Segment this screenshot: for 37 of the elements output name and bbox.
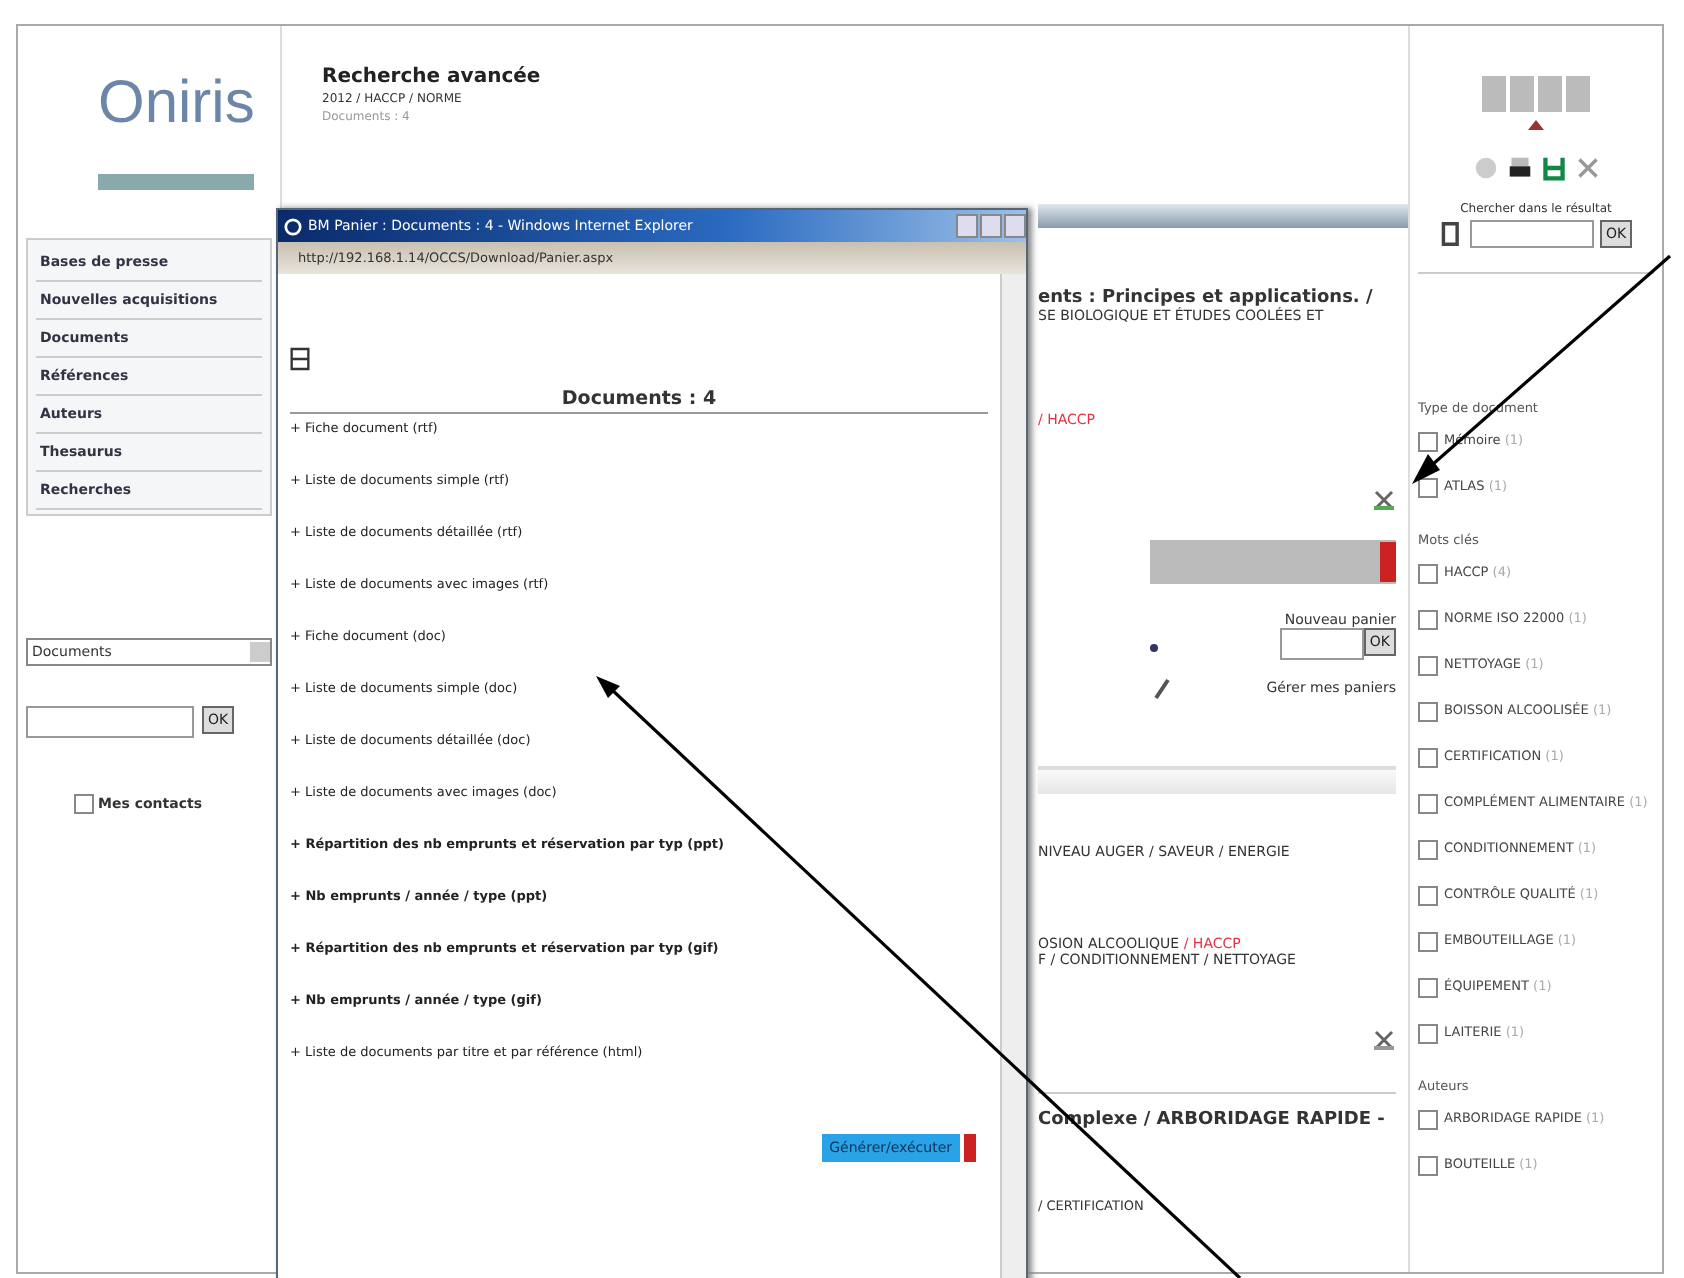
checkbox[interactable] <box>1418 1110 1438 1130</box>
maximize-button[interactable] <box>980 214 1002 238</box>
save-icon[interactable] <box>290 346 310 372</box>
record-text: ents : Principes et applications. / <box>1038 288 1375 308</box>
checkbox[interactable] <box>1418 840 1438 860</box>
caret-icon <box>1528 120 1544 130</box>
checkbox[interactable] <box>1418 978 1438 998</box>
popup-heading: Documents : 4 <box>290 388 988 414</box>
checkbox[interactable] <box>1418 432 1438 452</box>
pencil-icon <box>1150 676 1174 700</box>
document-icon <box>1439 220 1464 248</box>
export-icon[interactable] <box>1372 1028 1396 1052</box>
checkbox[interactable] <box>1418 656 1438 676</box>
export-icon[interactable] <box>1575 154 1599 182</box>
checkbox[interactable] <box>1418 1156 1438 1176</box>
print-icon[interactable] <box>1507 154 1531 182</box>
search-field[interactable] <box>1469 220 1594 248</box>
checkbox[interactable] <box>1418 794 1438 814</box>
bullet-icon <box>1150 644 1158 652</box>
scrollbar[interactable] <box>1000 274 1026 1278</box>
page-title: Recherche avancée <box>322 66 543 88</box>
minimize-button[interactable] <box>956 214 978 238</box>
close-button[interactable] <box>1004 214 1026 238</box>
export-icon[interactable] <box>1372 488 1396 512</box>
checkbox[interactable] <box>1418 886 1438 906</box>
checkbox[interactable] <box>1418 478 1438 498</box>
checkbox[interactable] <box>1418 932 1438 952</box>
basket-name-field[interactable] <box>1279 628 1364 660</box>
search-field[interactable] <box>26 706 194 738</box>
checkbox[interactable] <box>1418 610 1438 630</box>
browser-icon <box>284 217 302 235</box>
checkbox[interactable] <box>74 794 94 814</box>
checkbox[interactable] <box>1418 564 1438 584</box>
logo: Oniris <box>98 70 254 190</box>
checkbox[interactable] <box>1418 1024 1438 1044</box>
checkbox[interactable] <box>1418 702 1438 722</box>
checkbox[interactable] <box>1418 748 1438 768</box>
